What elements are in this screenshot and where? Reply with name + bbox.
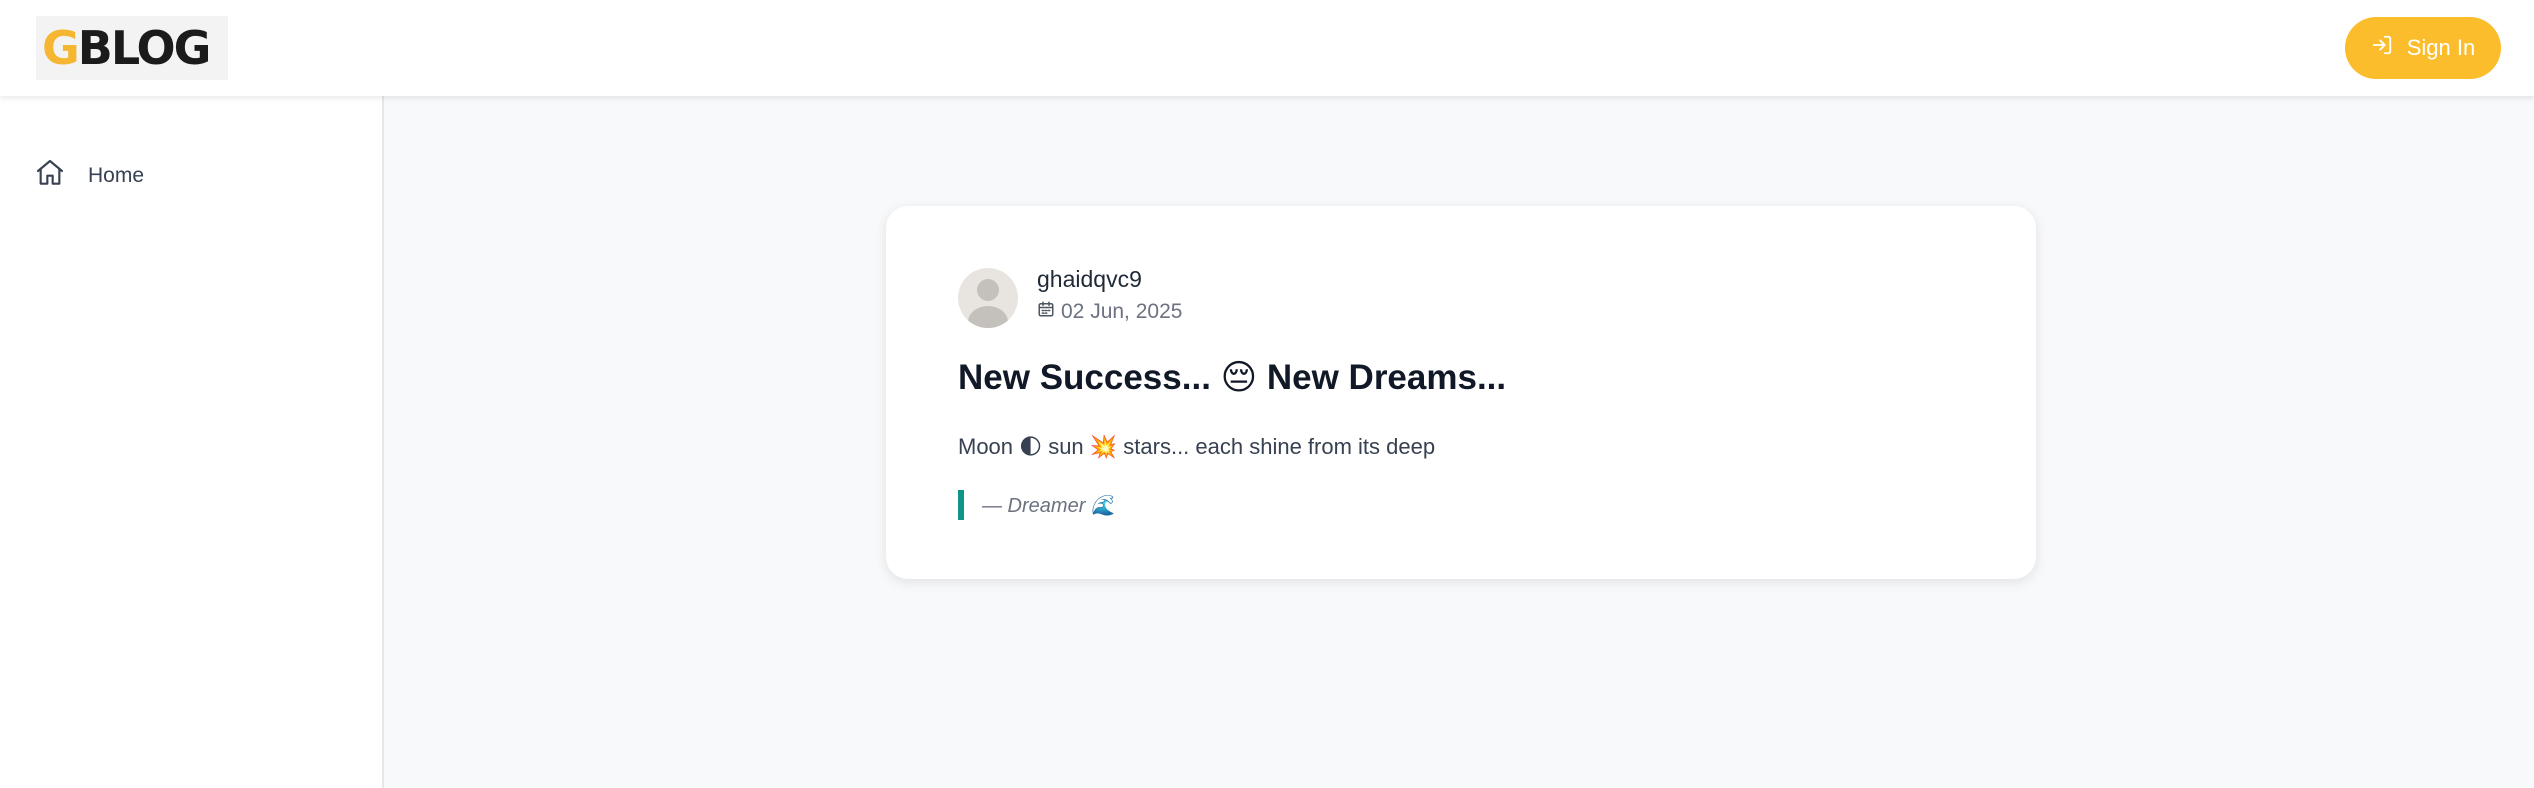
logo-text: BLOG	[77, 21, 212, 75]
logo-letter-g: G	[42, 21, 80, 75]
post-date: 02 Jun, 2025	[1037, 300, 1182, 324]
avatar[interactable]	[958, 268, 1018, 328]
post-quote: — Dreamer 🌊	[958, 490, 1116, 520]
post-author[interactable]: ghaidqvc9	[1037, 266, 1142, 293]
sign-in-button[interactable]: Sign In	[2345, 17, 2501, 79]
sidebar: Home	[0, 96, 384, 788]
post-body: Moon 🌓 sun 💥 stars... each shine from it…	[958, 434, 1436, 459]
sign-in-label: Sign In	[2406, 35, 2476, 60]
post-card[interactable]: ghaidqvc9 02 Jun, 2025 New Success... 😔 …	[886, 206, 2036, 579]
post-title[interactable]: New Success... 😔 New Dreams...	[958, 358, 1506, 398]
gblog-logo[interactable]: G BLOG	[36, 16, 228, 80]
sidebar-item-home[interactable]: Home	[34, 150, 354, 202]
sign-in-icon	[2371, 34, 2393, 62]
main-content: ghaidqvc9 02 Jun, 2025 New Success... 😔 …	[384, 96, 2534, 788]
sidebar-item-label: Home	[88, 164, 145, 187]
home-icon	[34, 157, 66, 195]
post-date-text: 02 Jun, 2025	[1061, 300, 1183, 323]
calendar-icon	[1037, 300, 1055, 324]
top-header: G BLOG Sign In	[0, 0, 2534, 96]
